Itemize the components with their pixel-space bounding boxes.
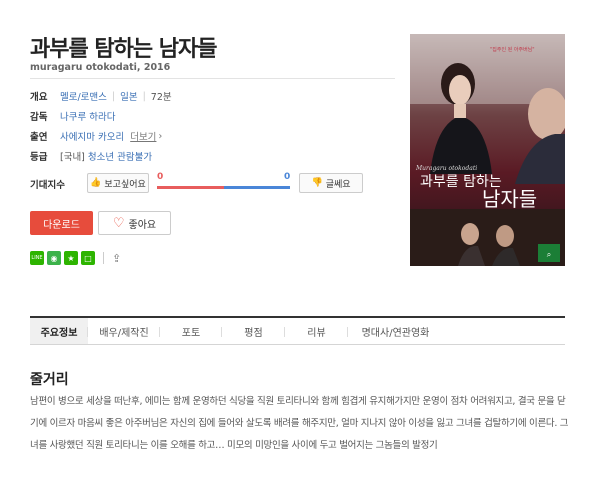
genre-link[interactable]: 멜로/로맨스: [60, 89, 107, 103]
runtime: 72분: [150, 92, 172, 103]
band-icon[interactable]: ◉: [47, 251, 61, 265]
cast-label: 출연: [30, 132, 48, 143]
tab-bar: 주요정보 배우/제작진 포토 평점 리뷰 명대사/연관영화: [30, 316, 565, 345]
original-title: muragaru otokodati, 2016: [30, 62, 171, 73]
movie-title: 과부를 탐하는 남자들: [30, 37, 217, 62]
synopsis-heading: 줄거리: [30, 372, 69, 388]
divider: |: [142, 90, 146, 102]
want-label: 보고싶어요: [104, 179, 146, 190]
cast-link[interactable]: 사에지마 카오리: [60, 129, 124, 143]
download-button[interactable]: 다운로드: [30, 211, 93, 235]
thumbs-up-icon: 👍: [90, 178, 102, 188]
expect-label: 기대지수: [30, 180, 65, 191]
tab-review[interactable]: 리뷰: [285, 318, 348, 344]
director-row: 감독 나쿠루 하라다: [30, 109, 115, 123]
title-separator: [30, 78, 395, 79]
tab-quotes-related[interactable]: 명대사/연관영화: [348, 318, 443, 344]
expect-gauge: [157, 186, 290, 189]
heart-icon: ♡: [112, 215, 125, 231]
more-link[interactable]: 더보기: [130, 129, 156, 143]
country-link[interactable]: 일본: [120, 89, 137, 103]
want-button[interactable]: 👍 보고싶어요: [87, 173, 149, 193]
director-link[interactable]: 나쿠루 하라다: [60, 109, 115, 123]
rating-prefix: [국내]: [60, 152, 85, 163]
thumbs-down-icon: 👎: [311, 178, 323, 188]
star-icon[interactable]: ★: [64, 251, 78, 265]
share-row: LINE ◉ ★ □ ⇪: [30, 251, 121, 265]
square-icon[interactable]: □: [81, 251, 95, 265]
share-icon[interactable]: ⇪: [112, 252, 121, 265]
svg-text:남자들: 남자들: [482, 187, 537, 211]
tab-main-info[interactable]: 주요정보: [30, 318, 88, 344]
like-button[interactable]: ♡ 좋아요: [98, 211, 171, 235]
want-count: 0: [157, 172, 164, 182]
divider: [103, 252, 104, 264]
want-gauge-fill: [157, 186, 224, 189]
rating-link[interactable]: 청소년 관람불가: [88, 149, 152, 163]
tab-photo[interactable]: 포토: [160, 318, 222, 344]
overview-row: 개요 멜로/로맨스 | 일본 | 72분: [30, 89, 172, 104]
cast-row: 출연 사에지마 카오리 더보기 ›: [30, 129, 163, 144]
nowant-button[interactable]: 👎 글쎄요: [299, 173, 363, 193]
nowant-count: 0: [284, 172, 291, 182]
divider: |: [111, 90, 116, 102]
nowant-label: 글쎄요: [325, 179, 351, 190]
poster-image: ⌕ "집주인 된 아주버님" Muragaru otokodati 과부를 탐하…: [410, 34, 565, 266]
line-icon[interactable]: LINE: [30, 251, 44, 265]
rating-row: 등급 [국내] 청소년 관람불가: [30, 149, 152, 163]
movie-poster[interactable]: ⌕ "집주인 된 아주버님" Muragaru otokodati 과부를 탐하…: [410, 34, 565, 266]
nowant-gauge-fill: [223, 186, 290, 189]
svg-text:⌕: ⌕: [547, 250, 551, 259]
svg-text:Muragaru otokodati: Muragaru otokodati: [415, 165, 477, 172]
svg-text:"집주인 된 아주버님": "집주인 된 아주버님": [490, 46, 535, 53]
like-label: 좋아요: [128, 219, 157, 231]
synopsis-text: 남편이 병으로 세상을 떠난후, 에미는 함께 운영하던 식당을 직원 토리타니…: [30, 396, 569, 451]
tab-score[interactable]: 평점: [222, 318, 285, 344]
tab-cast-crew[interactable]: 배우/제작진: [88, 318, 160, 344]
overview-label: 개요: [30, 92, 48, 103]
rating-label: 등급: [30, 152, 48, 163]
director-label: 감독: [30, 112, 48, 123]
chevron-right-icon: ›: [158, 130, 163, 142]
